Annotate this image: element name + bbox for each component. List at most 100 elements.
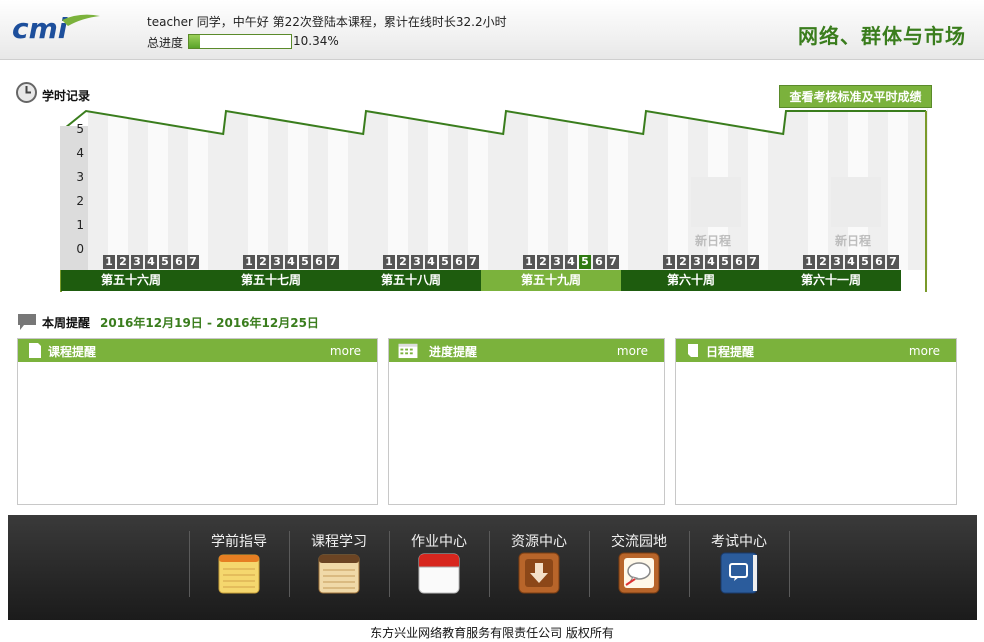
day-number[interactable]: 5 bbox=[579, 255, 591, 269]
more-link[interactable]: more bbox=[330, 344, 361, 358]
new-schedule-label: 新日程 bbox=[835, 234, 872, 248]
nav-label: 交流园地 bbox=[611, 534, 667, 550]
day-number[interactable]: 2 bbox=[677, 255, 689, 269]
progress-reminder-panel: 进度提醒 more bbox=[388, 338, 665, 505]
day-column bbox=[668, 108, 688, 270]
day-number[interactable]: 7 bbox=[887, 255, 899, 269]
day-column bbox=[528, 108, 548, 270]
day-number[interactable]: 4 bbox=[565, 255, 577, 269]
day-number[interactable]: 5 bbox=[719, 255, 731, 269]
panel-title: 课程提醒 bbox=[48, 345, 97, 359]
day-number[interactable]: 2 bbox=[117, 255, 129, 269]
panel-header: 课程提醒 more bbox=[18, 339, 377, 362]
day-number[interactable]: 1 bbox=[523, 255, 535, 269]
day-number[interactable]: 2 bbox=[257, 255, 269, 269]
day-number[interactable]: 6 bbox=[313, 255, 325, 269]
new-schedule-box[interactable] bbox=[691, 177, 741, 227]
day-number[interactable]: 1 bbox=[243, 255, 255, 269]
day-number[interactable]: 6 bbox=[593, 255, 605, 269]
check-standard-button[interactable]: 查看考核标准及平时成绩 bbox=[779, 85, 932, 108]
day-number[interactable]: 3 bbox=[691, 255, 703, 269]
nav-item-resources[interactable]: 资源中心 bbox=[489, 529, 589, 607]
nav-item-homework[interactable]: 作业中心 bbox=[389, 529, 489, 607]
more-link[interactable]: more bbox=[909, 344, 940, 358]
day-number[interactable]: 1 bbox=[103, 255, 115, 269]
day-number[interactable]: 7 bbox=[327, 255, 339, 269]
nav-item-course-study[interactable]: 课程学习 bbox=[289, 529, 389, 607]
day-number[interactable]: 1 bbox=[383, 255, 395, 269]
week-tab[interactable]: 第六十周 bbox=[621, 270, 761, 291]
more-link[interactable]: more bbox=[617, 344, 648, 358]
nav-separator bbox=[789, 531, 790, 597]
day-column bbox=[308, 108, 328, 270]
notepad-icon bbox=[218, 554, 260, 594]
day-number[interactable]: 5 bbox=[159, 255, 171, 269]
footer-copyright: 东方兴业网络教育服务有限责任公司 版权所有 bbox=[370, 626, 614, 640]
calendar-icon bbox=[398, 343, 418, 359]
document-icon bbox=[29, 343, 41, 358]
panel-title: 日程提醒 bbox=[706, 345, 755, 359]
day-column bbox=[268, 108, 288, 270]
day-number[interactable]: 6 bbox=[173, 255, 185, 269]
day-column bbox=[588, 108, 608, 270]
day-column bbox=[288, 108, 308, 270]
week-day-strip: 1234567 bbox=[243, 255, 339, 269]
progress-percent: 10.34% bbox=[293, 34, 339, 48]
clock-icon bbox=[16, 82, 37, 103]
nav-item-exam[interactable]: 考试中心 bbox=[689, 529, 789, 607]
day-number[interactable]: 4 bbox=[705, 255, 717, 269]
week-tab[interactable]: 第五十九周 bbox=[481, 270, 621, 291]
day-number[interactable]: 5 bbox=[439, 255, 451, 269]
legal-pad-icon bbox=[318, 554, 360, 594]
y-tick-label: 3 bbox=[76, 170, 84, 184]
day-number[interactable]: 3 bbox=[411, 255, 423, 269]
week-tab[interactable]: 第五十六周 bbox=[61, 270, 201, 291]
day-number[interactable]: 1 bbox=[803, 255, 815, 269]
day-number[interactable]: 4 bbox=[145, 255, 157, 269]
week-tab[interactable]: 第五十七周 bbox=[201, 270, 341, 291]
progress-bar bbox=[188, 34, 292, 49]
day-number[interactable]: 3 bbox=[831, 255, 843, 269]
note-icon bbox=[688, 344, 698, 357]
day-number[interactable]: 6 bbox=[873, 255, 885, 269]
day-number[interactable]: 2 bbox=[537, 255, 549, 269]
progress-label: 总进度 bbox=[147, 36, 184, 50]
day-column bbox=[128, 108, 148, 270]
day-number[interactable]: 3 bbox=[131, 255, 143, 269]
new-schedule-box[interactable] bbox=[831, 177, 881, 227]
day-number[interactable]: 7 bbox=[747, 255, 759, 269]
day-column bbox=[368, 108, 388, 270]
day-number[interactable]: 4 bbox=[845, 255, 857, 269]
day-number[interactable]: 7 bbox=[187, 255, 199, 269]
nav-item-community[interactable]: 交流园地 bbox=[589, 529, 689, 607]
cmi-logo-icon: cmi bbox=[12, 12, 100, 45]
day-number[interactable]: 4 bbox=[425, 255, 437, 269]
day-number[interactable]: 3 bbox=[551, 255, 563, 269]
day-column bbox=[808, 108, 828, 270]
day-number[interactable]: 2 bbox=[397, 255, 409, 269]
day-number[interactable]: 3 bbox=[271, 255, 283, 269]
nav-item-pre-study[interactable]: 学前指导 bbox=[189, 529, 289, 607]
week-tab[interactable]: 第五十八周 bbox=[341, 270, 481, 291]
y-tick-label: 2 bbox=[76, 194, 84, 208]
day-number[interactable]: 6 bbox=[733, 255, 745, 269]
new-schedule-label: 新日程 bbox=[695, 234, 732, 248]
day-number[interactable]: 5 bbox=[299, 255, 311, 269]
day-number[interactable]: 4 bbox=[285, 255, 297, 269]
day-number[interactable]: 2 bbox=[817, 255, 829, 269]
day-number[interactable]: 5 bbox=[859, 255, 871, 269]
day-number[interactable]: 7 bbox=[467, 255, 479, 269]
day-number[interactable]: 1 bbox=[663, 255, 675, 269]
day-number[interactable]: 7 bbox=[607, 255, 619, 269]
week-tab[interactable]: 第六十一周 bbox=[761, 270, 901, 291]
day-number[interactable]: 6 bbox=[453, 255, 465, 269]
course-reminder-panel: 课程提醒 more bbox=[17, 338, 378, 505]
week-tabs: 第五十六周 第五十七周 第五十八周 第五十九周 第六十周 第六十一周 bbox=[61, 270, 927, 291]
week-day-strip: 1234567 bbox=[103, 255, 199, 269]
book-icon bbox=[720, 552, 758, 594]
day-column bbox=[148, 108, 168, 270]
day-column bbox=[248, 108, 268, 270]
nav-label: 课程学习 bbox=[311, 534, 367, 550]
day-column bbox=[568, 108, 588, 270]
y-tick-label: 5 bbox=[76, 122, 84, 136]
